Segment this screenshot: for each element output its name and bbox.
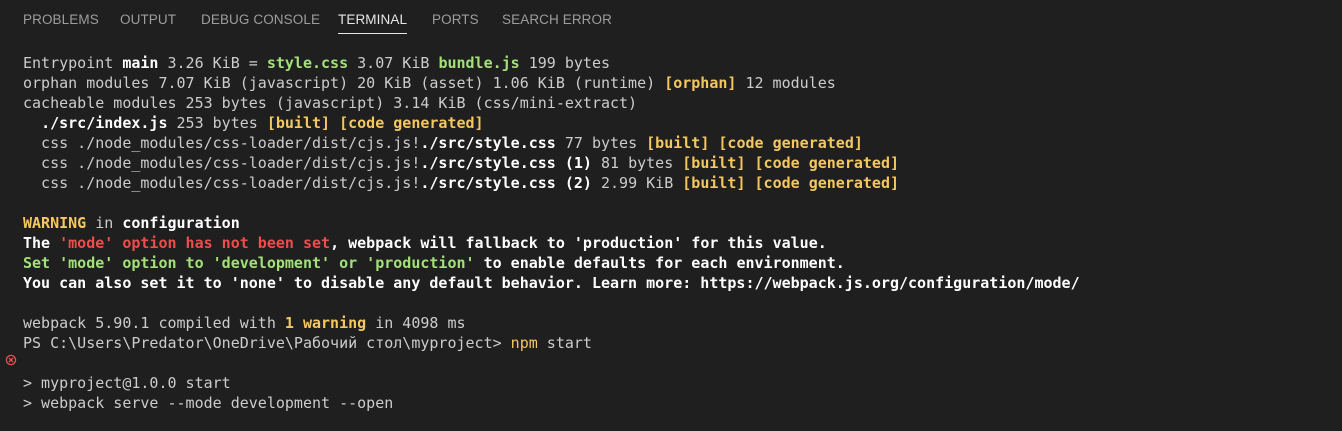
code-generated-tag: [code generated] [754, 154, 900, 172]
text: 253 bytes [167, 114, 267, 132]
text: cacheable modules 253 bytes (javascript)… [23, 94, 638, 112]
terminal-line-warning-header: WARNING in configuration [23, 213, 240, 233]
text: 2.99 KiB [591, 174, 683, 192]
module-path: ./src/style.css [420, 134, 556, 152]
terminal-line-warning-detail: The 'mode' option has not been set, webp… [23, 233, 827, 253]
terminal-line-cacheable: cacheable modules 253 bytes (javascript)… [23, 93, 637, 113]
terminal-line-script: > myproject@1.0.0 start [23, 373, 231, 393]
tab-output[interactable]: OUTPUT [120, 12, 176, 27]
terminal-line-orphan: orphan modules 7.07 KiB (javascript) 20 … [23, 73, 836, 93]
text: css ./node_modules/css-loader/dist/cjs.j… [23, 154, 421, 172]
module-path: ./src/style.css (1) [420, 154, 592, 172]
terminal-line-module: css ./node_modules/css-loader/dist/cjs.j… [23, 133, 863, 153]
entrypoint-name: main [122, 54, 159, 72]
asset-name: bundle.js [438, 54, 520, 72]
text: You can also set it to 'none' to disable… [23, 274, 1080, 292]
orphan-tag: [orphan] [664, 74, 737, 92]
text [330, 114, 339, 132]
text: , webpack will fallback to 'production' … [330, 234, 827, 252]
terminal-line-warning-hint: Set 'mode' option to 'development' or 'p… [23, 253, 845, 273]
code-generated-tag: [code generated] [339, 114, 484, 132]
command-args: start [537, 334, 592, 352]
text: Entrypoint [23, 54, 123, 72]
terminal-line-module: css ./node_modules/css-loader/dist/cjs.j… [23, 153, 899, 173]
text [23, 114, 41, 132]
text: 3.26 KiB = [158, 54, 267, 72]
warning-count: 1 warning [284, 314, 367, 332]
text: css ./node_modules/css-loader/dist/cjs.j… [23, 134, 421, 152]
asset-name: style.css [266, 54, 349, 72]
active-tab-underline [338, 33, 408, 34]
tab-terminal-label: TERMINAL [338, 12, 408, 27]
text: The [23, 234, 60, 252]
terminal-prompt-line: PS C:\Users\Predator\OneDrive\Рабочий ст… [23, 333, 592, 353]
text: 81 bytes [591, 154, 683, 172]
text: to enable defaults for each environment. [474, 254, 845, 272]
tab-problems[interactable]: PROBLEMS [23, 12, 99, 27]
text: 3.07 KiB [348, 54, 439, 72]
terminal-line-entrypoint: Entrypoint main 3.26 KiB = style.css 3.0… [23, 53, 610, 73]
command-name: npm [510, 334, 538, 352]
terminal-line-module: ./src/index.js 253 bytes [built] [code g… [23, 113, 484, 133]
text: > myproject@1.0.0 start [23, 374, 231, 392]
text [745, 174, 754, 192]
terminal-line-module: css ./node_modules/css-loader/dist/cjs.j… [23, 173, 899, 193]
hint-highlight: Set 'mode' option to 'development' or 'p… [23, 254, 475, 272]
text: css ./node_modules/css-loader/dist/cjs.j… [23, 174, 421, 192]
text: configuration [122, 214, 240, 232]
tab-debug-console[interactable]: DEBUG CONSOLE [201, 12, 320, 27]
text: in [86, 214, 123, 232]
tab-search-error[interactable]: SEARCH ERROR [502, 12, 612, 27]
text: in 4098 ms [366, 314, 466, 332]
module-path: ./src/index.js [41, 114, 168, 132]
module-path: ./src/style.css (2) [420, 174, 592, 192]
built-tag: [built] [682, 174, 746, 192]
terminal-line-compiled: webpack 5.90.1 compiled with 1 warning i… [23, 313, 466, 333]
tab-terminal[interactable]: TERMINAL [338, 12, 408, 34]
text: 77 bytes [555, 134, 647, 152]
prompt-path: PS C:\Users\Predator\OneDrive\Рабочий ст… [23, 334, 511, 352]
error-icon[interactable] [5, 354, 17, 366]
terminal-line-warning-learn-more: You can also set it to 'none' to disable… [23, 273, 1080, 293]
text: webpack 5.90.1 compiled with [23, 314, 285, 332]
warning-highlight: 'mode' option has not been set [59, 234, 331, 252]
warning-label: WARNING [23, 214, 87, 232]
panel-tab-bar: PROBLEMS OUTPUT DEBUG CONSOLE TERMINAL P… [0, 0, 1342, 40]
built-tag: [built] [682, 154, 746, 172]
code-generated-tag: [code generated] [754, 174, 900, 192]
text [745, 154, 754, 172]
terminal-line-script: > webpack serve --mode development --ope… [23, 393, 393, 413]
text: 199 bytes [519, 54, 611, 72]
text: > webpack serve --mode development --ope… [23, 394, 394, 412]
built-tag: [built] [266, 114, 331, 132]
code-generated-tag: [code generated] [718, 134, 863, 152]
built-tag: [built] [646, 134, 710, 152]
text: orphan modules 7.07 KiB (javascript) 20 … [23, 74, 665, 92]
tab-ports[interactable]: PORTS [432, 12, 479, 27]
terminal-output[interactable]: Entrypoint main 3.26 KiB = style.css 3.0… [0, 52, 1342, 431]
text: 12 modules [736, 74, 836, 92]
